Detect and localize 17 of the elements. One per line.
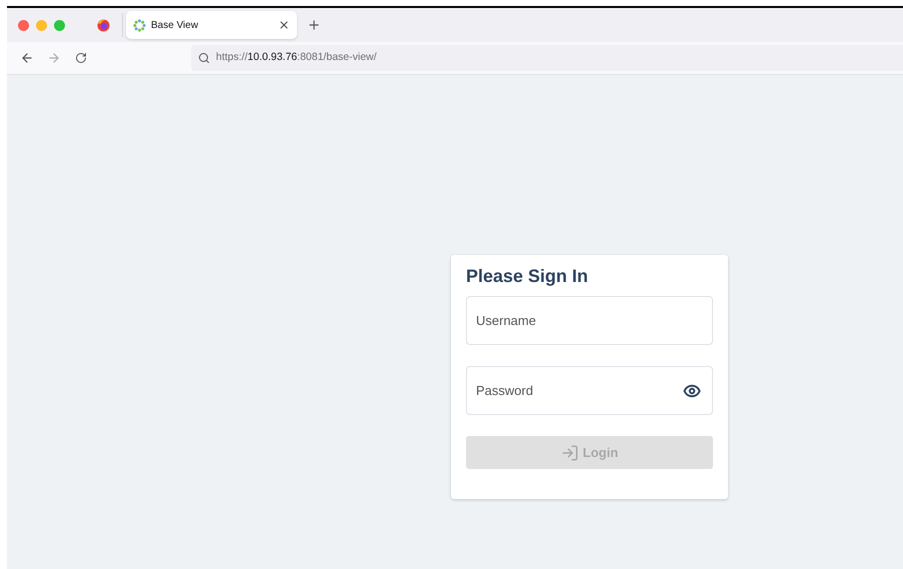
show-password-icon[interactable] <box>683 382 701 400</box>
address-bar[interactable]: https://10.0.93.76:8081/base-view/ <box>191 45 903 71</box>
close-window-button[interactable] <box>18 20 29 30</box>
card-title: Please Sign In <box>466 265 590 287</box>
new-tab-icon[interactable] <box>307 18 321 32</box>
search-icon <box>198 52 210 64</box>
browser-logo-icon <box>97 18 110 32</box>
back-icon[interactable] <box>20 51 34 65</box>
password-field[interactable]: Password <box>466 366 713 415</box>
url-text: https://10.0.93.76:8081/base-view/ <box>216 50 377 66</box>
login-icon <box>560 444 579 462</box>
close-tab-icon[interactable] <box>278 19 290 31</box>
reload-icon[interactable] <box>75 52 87 64</box>
browser-tab[interactable]: Base View <box>126 11 297 39</box>
tab-title: Base View <box>151 18 198 32</box>
username-field[interactable]: Username <box>466 296 713 345</box>
favicon-icon <box>133 18 146 32</box>
